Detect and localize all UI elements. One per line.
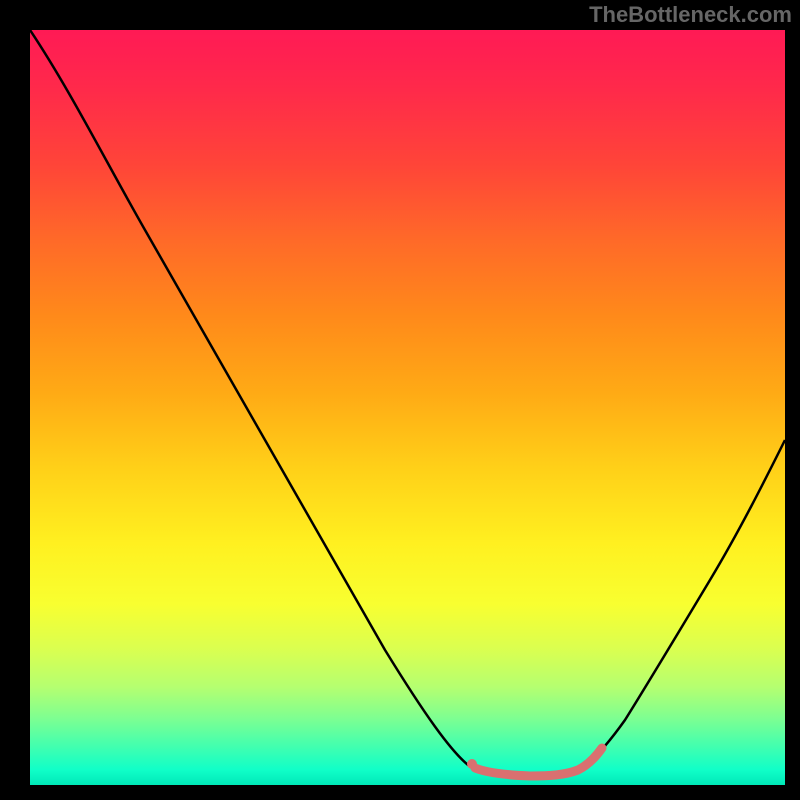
curve-svg (30, 30, 785, 785)
optimal-range-highlight (475, 748, 602, 776)
plot-area (30, 30, 785, 785)
chart-container: TheBottleneck.com (0, 0, 800, 800)
watermark-text: TheBottleneck.com (589, 2, 792, 28)
bottleneck-curve (30, 30, 785, 776)
